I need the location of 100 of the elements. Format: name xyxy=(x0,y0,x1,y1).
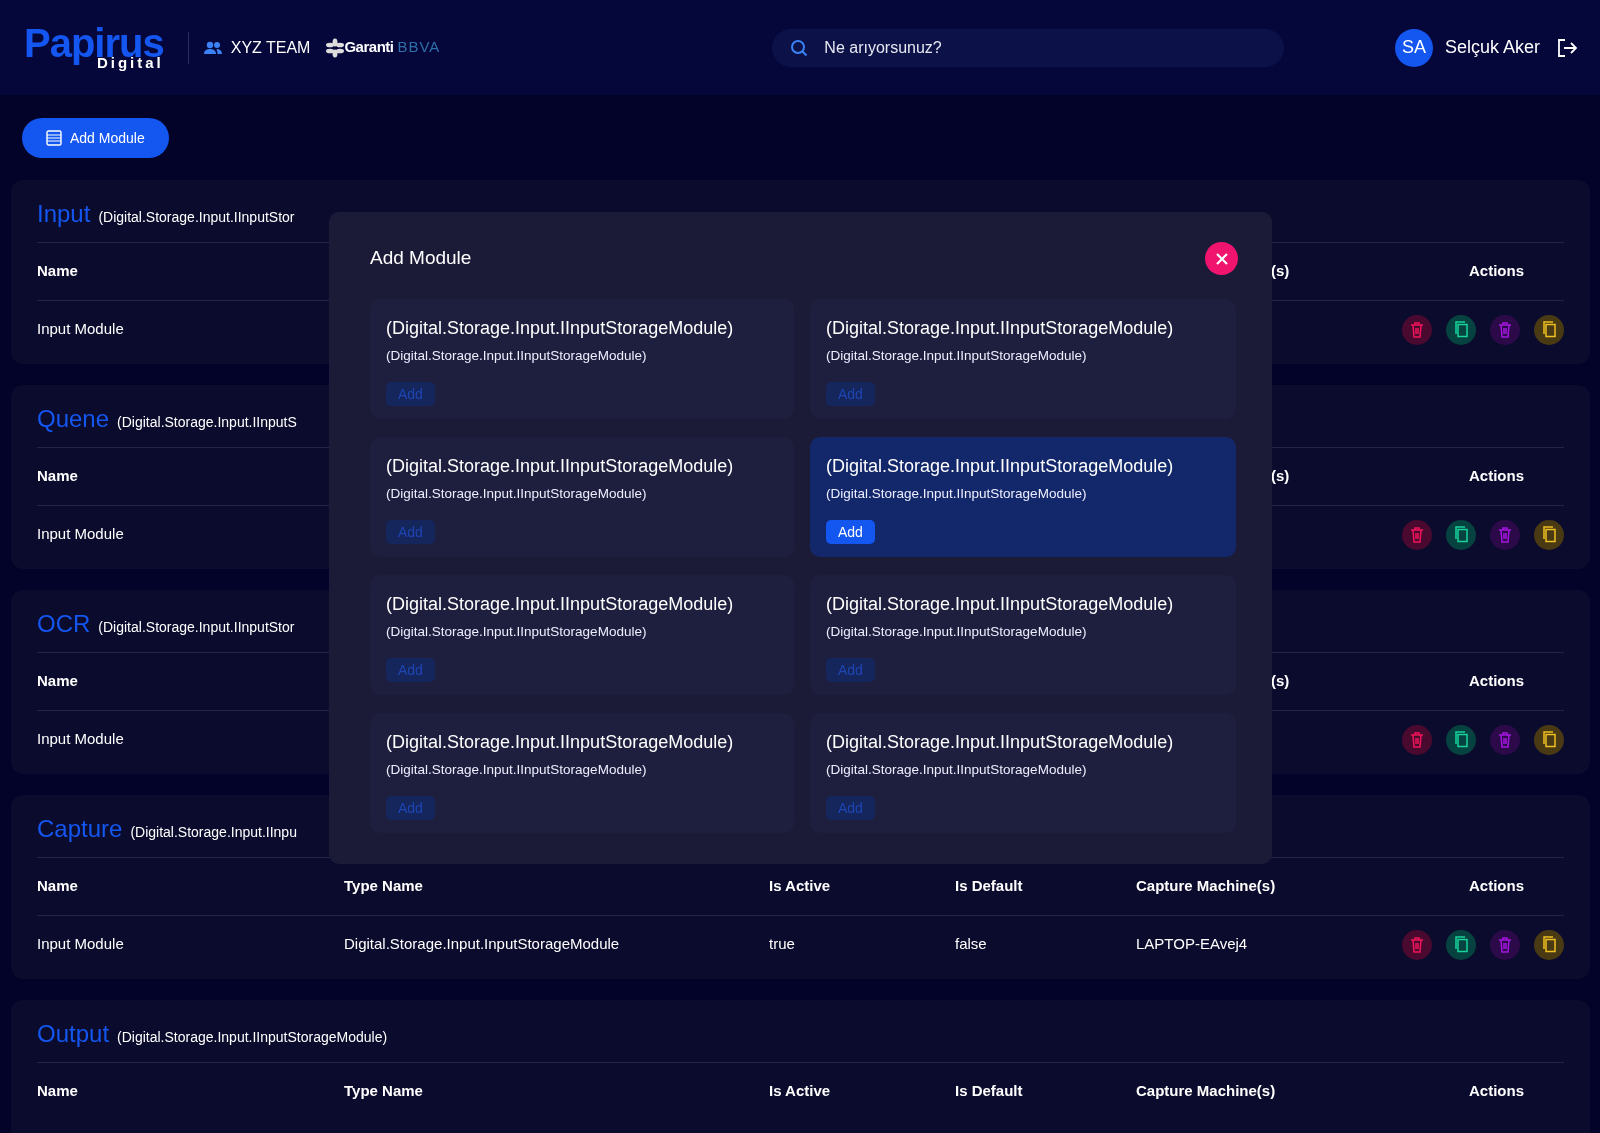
module-title: (Digital.Storage.Input.IInputStorageModule) xyxy=(386,317,735,340)
delete-icon xyxy=(1496,730,1514,749)
module-title: (Digital.Storage.Input.IInputStorageModule) xyxy=(826,317,1175,340)
module-card[interactable]: (Digital.Storage.Input.IInputStorageModule) (Digital.Storage.Input.IInputStorageModule) Add xyxy=(810,437,1236,557)
module-title: (Digital.Storage.Input.IInputStorageModule) xyxy=(386,731,735,754)
copy-icon xyxy=(1540,730,1558,749)
copy-button[interactable] xyxy=(1534,929,1564,960)
module-title: (Digital.Storage.Input.IInputStorageModule) xyxy=(386,593,735,616)
module-title: (Digital.Storage.Input.IInputStorageModule) xyxy=(386,455,735,478)
search-icon xyxy=(790,38,809,57)
table-cell-text: Input Module xyxy=(37,319,125,340)
module-subtitle: (Digital.Storage.Input.IInputStorageModule) xyxy=(386,623,648,641)
module-subtitle: (Digital.Storage.Input.IInputStorageModule) xyxy=(826,347,1088,365)
delete-button[interactable] xyxy=(1490,314,1520,345)
list-icon xyxy=(46,130,62,146)
table-cell-text: LAPTOP-EAvej4 xyxy=(1136,934,1249,955)
add-button[interactable]: Add xyxy=(826,520,875,545)
copy-icon xyxy=(1540,525,1558,544)
column-header: Capture Machine(s) xyxy=(1136,1081,1277,1102)
section-subtitle: (Digital.Storage.Input.IInputStorageModule) xyxy=(117,1028,388,1047)
delete-button[interactable] xyxy=(1402,724,1432,755)
section-subtitle: (Digital.Storage.Input.IInputStor xyxy=(98,208,295,227)
module-card[interactable]: (Digital.Storage.Input.IInputStorageModule) (Digital.Storage.Input.IInputStorageModule) Add xyxy=(810,299,1236,419)
copy-button[interactable] xyxy=(1446,929,1476,960)
search-field[interactable]: Ne arıyorsunuz? xyxy=(772,28,1285,67)
delete-icon xyxy=(1496,525,1514,544)
delete-button[interactable] xyxy=(1490,724,1520,755)
module-card[interactable]: (Digital.Storage.Input.IInputStorageModule) (Digital.Storage.Input.IInputStorageModule) Add xyxy=(370,299,794,419)
close-icon xyxy=(1214,251,1229,266)
column-header: Type Name xyxy=(344,876,424,897)
logout-icon[interactable] xyxy=(1556,37,1578,58)
table-cell-text: Input Module xyxy=(37,524,125,545)
bank-suffix: BBVA xyxy=(397,37,441,58)
section-title: Output xyxy=(37,1019,110,1049)
module-subtitle: (Digital.Storage.Input.IInputStorageModule) xyxy=(826,623,1088,641)
table-cell-text: false xyxy=(955,934,988,955)
copy-icon xyxy=(1540,935,1558,954)
flower-icon xyxy=(326,37,345,58)
section-title: Capture xyxy=(37,814,123,844)
table-cell-text: Digital.Storage.Input.InputStorageModule xyxy=(344,934,621,955)
delete-button[interactable] xyxy=(1402,519,1432,550)
copy-button[interactable] xyxy=(1446,519,1476,550)
delete-button[interactable] xyxy=(1490,929,1520,960)
add-module-button[interactable]: Add Module xyxy=(22,118,169,158)
module-card[interactable]: (Digital.Storage.Input.IInputStorageModule) (Digital.Storage.Input.IInputStorageModule) Add xyxy=(370,713,794,833)
module-title: (Digital.Storage.Input.IInputStorageModule) xyxy=(826,731,1175,754)
column-header: Is Default xyxy=(955,876,1024,897)
module-subtitle: (Digital.Storage.Input.IInputStorageModule) xyxy=(386,485,648,503)
module-card[interactable]: (Digital.Storage.Input.IInputStorageModule) (Digital.Storage.Input.IInputStorageModule) Add xyxy=(370,575,794,695)
table-cell-text: Input Module xyxy=(37,934,125,955)
column-header: Name xyxy=(37,466,79,487)
column-header: Capture Machine(s) xyxy=(1136,876,1277,897)
column-header: Name xyxy=(37,671,79,692)
close-button[interactable] xyxy=(1205,242,1238,275)
column-header: Actions xyxy=(1468,1081,1525,1102)
delete-icon xyxy=(1408,320,1426,339)
column-header: (s) xyxy=(1270,261,1291,282)
table-cell-text: Input Module xyxy=(37,729,125,750)
column-header: Is Active xyxy=(769,876,832,897)
delete-icon xyxy=(1408,525,1426,544)
module-subtitle: (Digital.Storage.Input.IInputStorageModule) xyxy=(386,347,648,365)
team-name: XYZ TEAM xyxy=(230,37,311,58)
copy-icon xyxy=(1452,320,1470,339)
section-subtitle: (Digital.Storage.Input.IInpu xyxy=(130,823,297,842)
avatar[interactable]: SA xyxy=(1394,28,1433,67)
column-header: Is Active xyxy=(769,1081,832,1102)
delete-icon xyxy=(1496,935,1514,954)
column-header: Actions xyxy=(1468,466,1525,487)
modal-title: Add Module xyxy=(370,246,472,271)
copy-button[interactable] xyxy=(1534,519,1564,550)
module-card[interactable]: (Digital.Storage.Input.IInputStorageModule) (Digital.Storage.Input.IInputStorageModule) Add xyxy=(810,575,1236,695)
column-header: Name xyxy=(37,261,79,282)
column-header: Type Name xyxy=(344,1081,424,1102)
delete-button[interactable] xyxy=(1490,519,1520,550)
section-subtitle: (Digital.Storage.Input.IInputStor xyxy=(98,618,295,637)
bank-name: Garanti xyxy=(344,37,394,58)
delete-icon xyxy=(1408,935,1426,954)
table-cell-text: true xyxy=(769,934,796,955)
section-subtitle: (Digital.Storage.Input.IInputS xyxy=(117,413,297,432)
delete-icon xyxy=(1496,320,1514,339)
module-card[interactable]: (Digital.Storage.Input.IInputStorageModule) (Digital.Storage.Input.IInputStorageModule) Add xyxy=(370,437,794,557)
copy-icon xyxy=(1452,525,1470,544)
copy-button[interactable] xyxy=(1446,724,1476,755)
copy-button[interactable] xyxy=(1534,314,1564,345)
delete-button[interactable] xyxy=(1402,929,1432,960)
module-subtitle: (Digital.Storage.Input.IInputStorageModule) xyxy=(826,485,1088,503)
module-title: (Digital.Storage.Input.IInputStorageModule) xyxy=(826,593,1175,616)
module-subtitle: (Digital.Storage.Input.IInputStorageModule) xyxy=(386,761,648,779)
user-name: Selçuk Aker xyxy=(1444,36,1540,59)
column-header: Actions xyxy=(1468,671,1525,692)
copy-button[interactable] xyxy=(1446,314,1476,345)
column-header: Actions xyxy=(1468,876,1525,897)
copy-button[interactable] xyxy=(1534,724,1564,755)
column-header: Name xyxy=(37,1081,79,1102)
copy-icon xyxy=(1540,320,1558,339)
delete-button[interactable] xyxy=(1402,314,1432,345)
column-header: (s) xyxy=(1270,671,1291,692)
module-subtitle: (Digital.Storage.Input.IInputStorageModule) xyxy=(826,761,1088,779)
module-card[interactable]: (Digital.Storage.Input.IInputStorageModule) (Digital.Storage.Input.IInputStorageModule) Add xyxy=(810,713,1236,833)
column-header: Name xyxy=(37,876,79,897)
